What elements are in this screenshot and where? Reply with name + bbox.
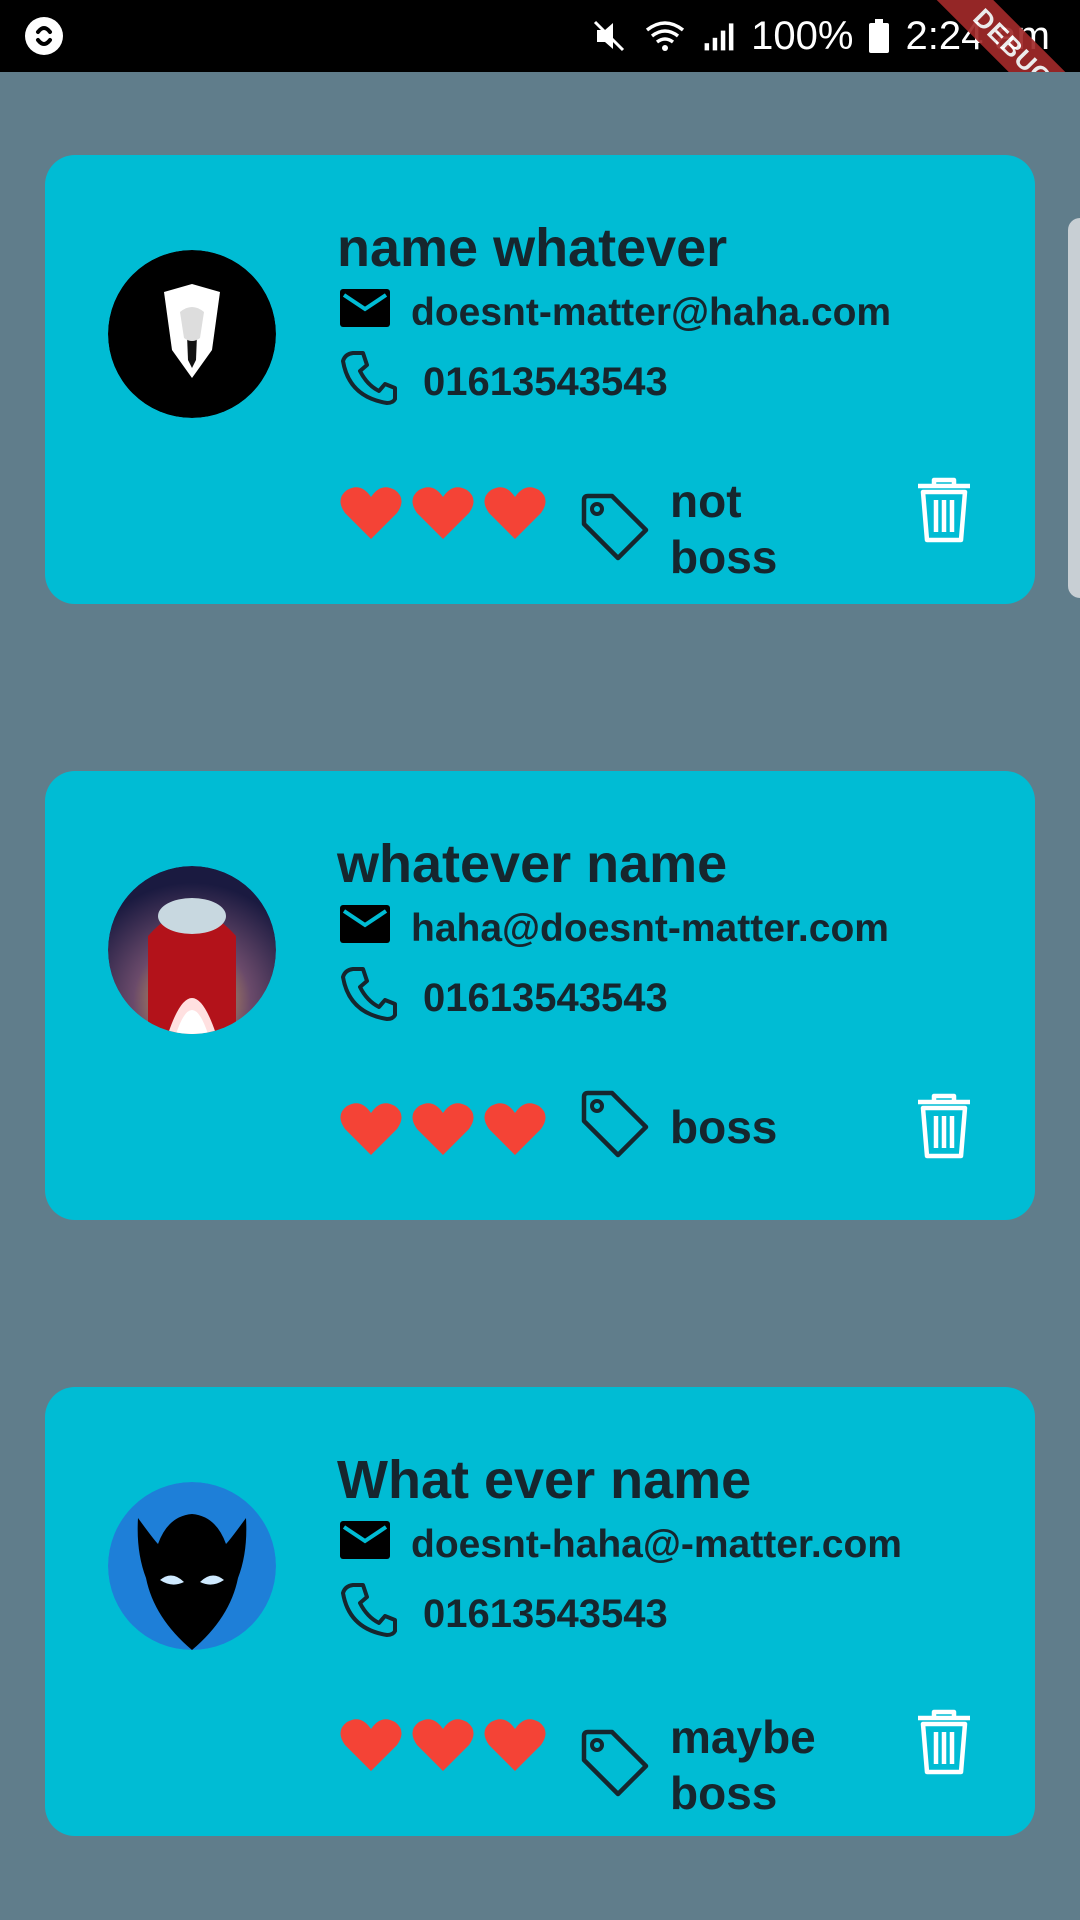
rating-hearts bbox=[339, 485, 547, 546]
contact-name: whatever name bbox=[337, 834, 728, 894]
mute-icon bbox=[589, 16, 629, 56]
contact-phone: 01613543543 bbox=[423, 359, 668, 404]
battery-icon bbox=[867, 16, 891, 56]
contact-tag: maybe boss bbox=[580, 1709, 860, 1821]
phone-icon bbox=[339, 1579, 399, 1649]
signal-icon bbox=[701, 16, 737, 56]
tag-icon bbox=[580, 1728, 650, 1803]
contact-name: name whatever bbox=[337, 218, 728, 278]
trash-icon bbox=[918, 477, 970, 543]
contact-phone: 01613543543 bbox=[423, 1591, 668, 1636]
email-icon bbox=[339, 287, 391, 339]
contact-email: doesnt-matter@haha.com bbox=[411, 291, 892, 334]
contact-email: doesnt-haha@-matter.com bbox=[411, 1523, 902, 1566]
scrollbar[interactable] bbox=[1068, 218, 1080, 598]
heart-icon bbox=[339, 1717, 403, 1778]
trash-icon bbox=[918, 1093, 970, 1159]
heart-icon bbox=[411, 485, 475, 546]
phone-icon bbox=[339, 963, 399, 1033]
heart-icon bbox=[339, 485, 403, 546]
delete-button[interactable] bbox=[914, 476, 974, 551]
tag-label: not boss bbox=[670, 475, 778, 583]
horned-shadow-avatar bbox=[108, 1482, 276, 1650]
contact-name: What ever name bbox=[337, 1450, 752, 1510]
delete-button[interactable] bbox=[914, 1092, 974, 1167]
contact-card[interactable]: What ever name doesnt-haha@-matter.com 0… bbox=[45, 1387, 1035, 1836]
rating-hearts bbox=[339, 1101, 547, 1162]
trash-icon bbox=[918, 1709, 970, 1775]
battery-percent: 100% bbox=[751, 13, 854, 58]
avatar bbox=[108, 1482, 276, 1650]
tag-icon bbox=[580, 492, 650, 567]
contact-card[interactable]: whatever name haha@doesnt-matter.com 016… bbox=[45, 771, 1035, 1220]
contact-tag: boss bbox=[580, 1089, 860, 1164]
tag-label: maybe boss bbox=[670, 1711, 816, 1819]
suit-man-avatar bbox=[108, 250, 276, 418]
avatar bbox=[108, 866, 276, 1034]
red-crewmate-avatar bbox=[108, 866, 276, 1034]
email-icon bbox=[339, 903, 391, 955]
heart-icon bbox=[411, 1717, 475, 1778]
status-bar: 100% 2:24 am DEBUG bbox=[0, 0, 1080, 72]
avatar bbox=[108, 250, 276, 418]
heart-icon bbox=[483, 485, 547, 546]
contact-email: haha@doesnt-matter.com bbox=[411, 907, 889, 950]
heart-icon bbox=[483, 1101, 547, 1162]
wifi-icon bbox=[643, 16, 687, 56]
contact-tag: not boss bbox=[580, 473, 860, 585]
contact-card[interactable]: name whatever doesnt-matter@haha.com 016… bbox=[45, 155, 1035, 604]
heart-icon bbox=[483, 1717, 547, 1778]
heart-icon bbox=[411, 1101, 475, 1162]
rating-hearts bbox=[339, 1717, 547, 1778]
shazam-icon bbox=[24, 16, 64, 56]
phone-icon bbox=[339, 347, 399, 417]
heart-icon bbox=[339, 1101, 403, 1162]
tag-label: boss bbox=[670, 1100, 778, 1153]
contact-phone: 01613543543 bbox=[423, 975, 668, 1020]
email-icon bbox=[339, 1519, 391, 1571]
delete-button[interactable] bbox=[914, 1708, 974, 1783]
tag-icon bbox=[580, 1089, 650, 1164]
